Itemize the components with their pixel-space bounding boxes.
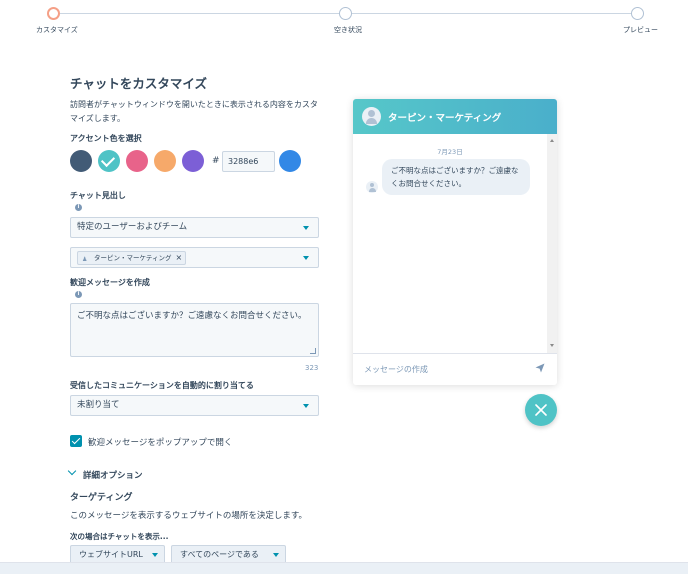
caret-down-icon: [273, 553, 279, 557]
welcome-message-textarea[interactable]: ご不明な点はございますか？ご遠慮なくお問合せください。: [70, 303, 319, 357]
welcome-message-label: 歓迎メッセージを作成: [70, 278, 150, 287]
step-dot-availability[interactable]: [339, 7, 352, 20]
color-swatch-orange[interactable]: [154, 150, 176, 172]
close-chat-button[interactable]: [525, 394, 557, 426]
chevron-down-icon[interactable]: [67, 466, 77, 476]
scrollbar[interactable]: [547, 134, 557, 353]
chat-header: ターピン・マーケティング: [353, 99, 557, 134]
footer-bar: [0, 562, 688, 574]
hex-prefix: #: [212, 156, 220, 166]
tag-remove-icon[interactable]: ×: [175, 253, 182, 262]
selected-team-tag: ♟ ターピン・マーケティング ×: [77, 251, 187, 265]
team-multiselect[interactable]: ♟ ターピン・マーケティング ×: [70, 247, 319, 268]
targeting-title: ターゲティング: [70, 493, 133, 503]
auto-assign-label: 受信したコミュニケーションを自動的に割り当てる: [70, 381, 254, 390]
chat-date: 7月23日: [437, 148, 463, 156]
caret-down-icon: [303, 403, 309, 408]
step-dot-preview[interactable]: [631, 7, 644, 20]
color-swatch-navy[interactable]: [70, 150, 92, 172]
color-swatch-pink[interactable]: [126, 150, 148, 172]
auto-assign-select-value: 未割り当て: [77, 400, 120, 410]
targeting-description: このメッセージを表示するウェブサイトの場所を決定します。: [70, 511, 307, 521]
avatar: [366, 181, 378, 193]
info-icon[interactable]: i: [75, 291, 82, 298]
selected-team-tag-label: ターピン・マーケティング: [94, 254, 172, 262]
step-label-preview[interactable]: プレビュー: [623, 25, 658, 35]
chat-message-input[interactable]: メッセージの作成: [364, 364, 428, 375]
step-label-customize[interactable]: カスタマイズ: [36, 25, 78, 35]
close-icon: [535, 404, 547, 416]
chat-header-title: ターピン・マーケティング: [388, 113, 502, 124]
chat-widget-preview: ターピン・マーケティング 7月23日 ご不明な点はございますか？ご遠慮なくお問合…: [353, 99, 557, 385]
caret-down-icon: [152, 553, 158, 557]
advanced-options-toggle[interactable]: 詳細オプション: [83, 469, 143, 481]
chat-divider: [353, 353, 557, 354]
send-icon[interactable]: [535, 363, 545, 373]
avatar: [362, 107, 381, 126]
auto-assign-select[interactable]: 未割り当て: [70, 395, 319, 416]
step-label-availability[interactable]: 空き状況: [334, 25, 362, 35]
info-icon[interactable]: i: [75, 204, 82, 211]
chat-heading-select[interactable]: 特定のユーザーおよびチーム: [70, 217, 319, 238]
scroll-up-icon[interactable]: [550, 139, 554, 142]
progress-stepper: カスタマイズ 空き状況 プレビュー: [0, 0, 688, 40]
page-title: チャットをカスタマイズ: [70, 76, 208, 91]
display-condition-label: 次の場合はチャットを表示...: [70, 532, 169, 541]
custom-color-preview[interactable]: [279, 150, 301, 172]
all-pages-dropdown-label: すべてのページである: [180, 550, 259, 559]
chat-heading-label: チャット見出し: [70, 191, 126, 200]
popup-checkbox[interactable]: [70, 435, 82, 447]
scroll-down-icon[interactable]: [550, 344, 554, 347]
user-icon: ♟: [82, 256, 88, 263]
step-dot-customize[interactable]: [47, 7, 60, 20]
accent-color-label: アクセント色を選択: [70, 134, 142, 143]
character-counter: 323: [305, 364, 319, 372]
website-url-dropdown-label: ウェブサイトURL: [79, 550, 143, 559]
page-description: 訪問者がチャットウィンドウを開いたときに表示される内容をカスタマイズします。: [70, 100, 318, 123]
color-swatch-teal[interactable]: [98, 150, 120, 172]
chat-heading-select-value: 特定のユーザーおよびチーム: [77, 222, 188, 232]
hex-color-input[interactable]: 3288e6: [222, 151, 275, 172]
popup-checkbox-label[interactable]: 歓迎メッセージをポップアップで開く: [88, 436, 232, 448]
color-swatch-purple[interactable]: [182, 150, 204, 172]
welcome-message-bubble: ご不明な点はございますか？ご遠慮なくお問合せください。: [382, 159, 530, 195]
resize-handle-icon[interactable]: [310, 348, 316, 354]
welcome-message-text: ご不明な点はございますか？ご遠慮なくお問合せください。: [77, 311, 307, 321]
caret-down-icon: [303, 225, 309, 230]
caret-down-icon: [303, 255, 309, 260]
